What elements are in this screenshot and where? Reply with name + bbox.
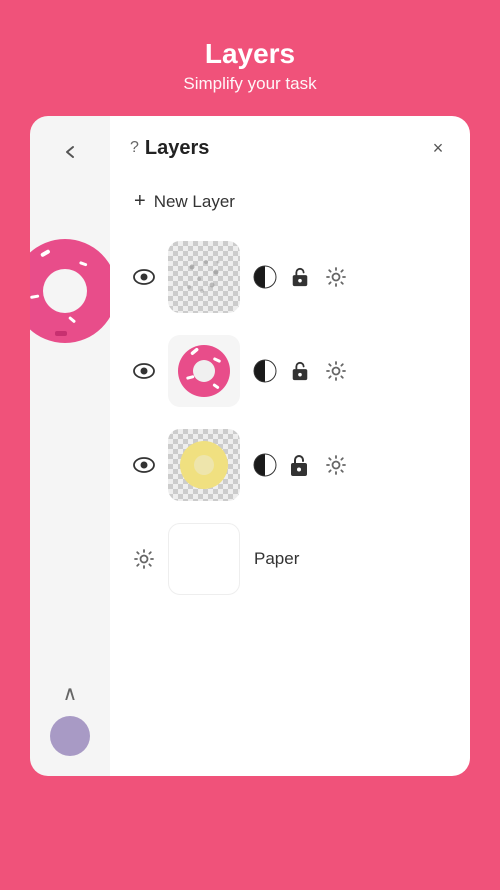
header-section: Layers Simplify your task bbox=[183, 0, 316, 94]
layers-panel: ? Layers × + New Layer bbox=[110, 116, 470, 776]
layer3-lock-icon[interactable] bbox=[286, 451, 314, 479]
layer3-visibility-toggle[interactable] bbox=[130, 451, 158, 479]
layer1-lock-icon[interactable] bbox=[286, 263, 314, 291]
panel-title: Layers bbox=[145, 137, 210, 160]
layer-row bbox=[130, 421, 452, 509]
layer1-thumbnail[interactable] bbox=[168, 241, 240, 313]
app-subtitle: Simplify your task bbox=[183, 74, 316, 94]
layer1-controls bbox=[252, 263, 350, 291]
new-layer-button[interactable]: + New Layer bbox=[130, 180, 452, 223]
left-strip: ∧ bbox=[30, 116, 110, 776]
new-layer-label: New Layer bbox=[154, 192, 235, 212]
layer3-thumbnail[interactable] bbox=[168, 429, 240, 501]
layer2-settings-icon[interactable] bbox=[322, 357, 350, 385]
paper-thumbnail[interactable] bbox=[168, 523, 240, 595]
app-title: Layers bbox=[183, 38, 316, 70]
layer2-visibility-toggle[interactable] bbox=[130, 357, 158, 385]
bottom-nav: ∧ bbox=[50, 681, 90, 756]
layer2-controls bbox=[252, 357, 350, 385]
layer3-settings-icon[interactable] bbox=[322, 451, 350, 479]
avatar[interactable] bbox=[50, 716, 90, 756]
layer2-blend-icon[interactable] bbox=[252, 358, 278, 384]
close-button[interactable]: × bbox=[424, 134, 452, 162]
layer-row bbox=[130, 233, 452, 321]
card-wrapper: ∧ ? Layers × + New Layer bbox=[30, 116, 470, 776]
paper-label: Paper bbox=[254, 549, 299, 569]
panel-header: ? Layers × bbox=[130, 134, 452, 162]
panel-title-row: ? Layers bbox=[130, 137, 209, 160]
plus-icon: + bbox=[134, 190, 146, 213]
layer1-settings-icon[interactable] bbox=[322, 263, 350, 291]
back-button[interactable] bbox=[52, 134, 88, 170]
layer2-lock-icon[interactable] bbox=[286, 357, 314, 385]
paper-settings-icon[interactable] bbox=[130, 545, 158, 573]
layer1-visibility-toggle[interactable] bbox=[130, 263, 158, 291]
layer3-controls bbox=[252, 451, 350, 479]
paper-layer-row: Paper bbox=[130, 515, 452, 603]
layer2-thumbnail[interactable] bbox=[168, 335, 240, 407]
layer3-blend-icon[interactable] bbox=[252, 452, 278, 478]
chevron-up-button[interactable]: ∧ bbox=[63, 681, 78, 706]
layer-row bbox=[130, 327, 452, 415]
help-icon[interactable]: ? bbox=[130, 139, 139, 157]
layer1-blend-icon[interactable] bbox=[252, 264, 278, 290]
bg-donut-art bbox=[30, 226, 110, 356]
